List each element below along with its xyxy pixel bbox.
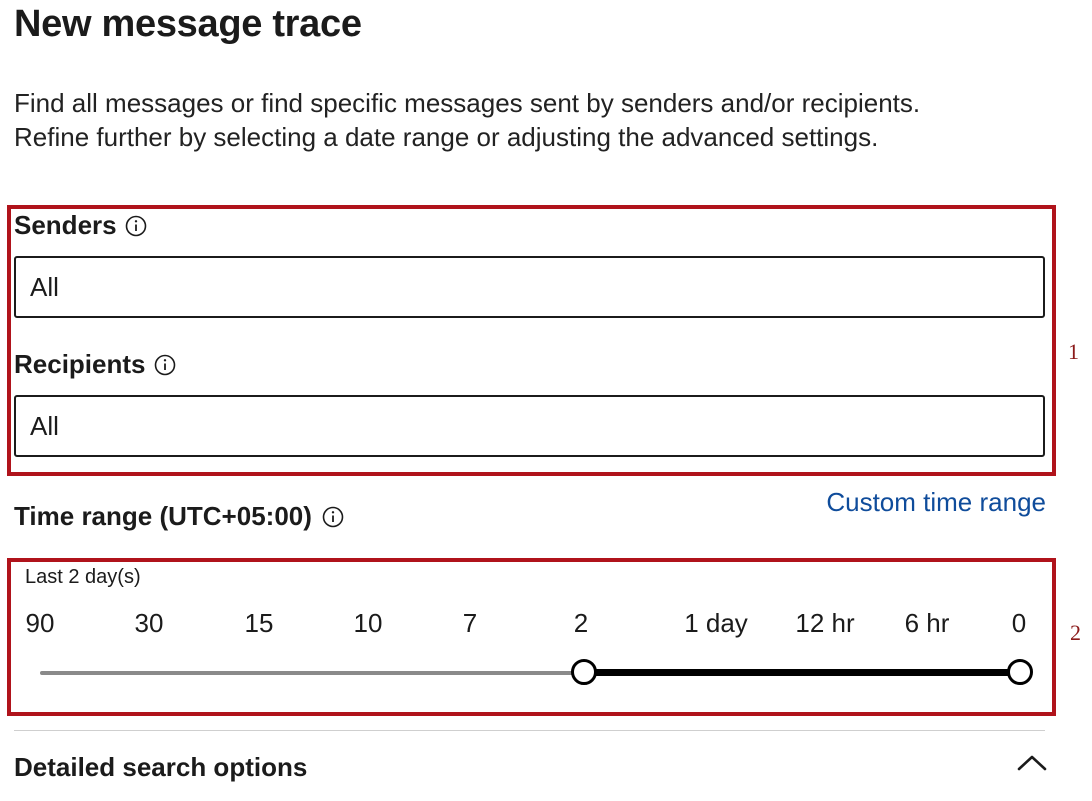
slider-tick-label: 0 [1011, 608, 1027, 638]
callout-box-2 [7, 558, 1056, 716]
callout-label-2: 2 [1070, 620, 1081, 645]
divider [14, 730, 1045, 731]
chevron-up-icon[interactable] [1016, 752, 1048, 774]
time-range-slider-fill [584, 669, 1020, 676]
slider-tick-label: 90 [25, 608, 55, 638]
time-range-label-text: Time range (UTC+05:00) [14, 501, 312, 531]
senders-input[interactable]: All [14, 256, 1045, 318]
senders-label-text: Senders [14, 210, 117, 240]
slider-start-thumb[interactable] [571, 659, 597, 685]
detailed-search-options-header[interactable]: Detailed search options [14, 752, 307, 783]
info-icon[interactable] [125, 215, 147, 237]
info-icon[interactable] [322, 506, 344, 528]
time-range-label: Time range (UTC+05:00) [14, 501, 344, 532]
page-description: Find all messages or find specific messa… [14, 86, 920, 154]
slider-tick-label: 2 [573, 608, 589, 638]
custom-time-range-link[interactable]: Custom time range [826, 487, 1046, 518]
description-line-1: Find all messages or find specific messa… [14, 88, 921, 118]
recipients-label: Recipients [14, 349, 176, 380]
senders-label: Senders [14, 210, 147, 241]
slider-selected-value: Last 2 day(s) [25, 566, 141, 588]
page-title: New message trace [14, 3, 362, 45]
slider-tick-label: 30 [134, 608, 164, 638]
slider-tick-label: 1 day [684, 608, 748, 638]
callout-label-1: 1 [1068, 339, 1079, 364]
slider-end-thumb[interactable] [1007, 659, 1033, 685]
slider-tick-label: 12 hr [795, 608, 855, 638]
info-icon[interactable] [154, 354, 176, 376]
slider-tick-label: 10 [353, 608, 383, 638]
recipients-label-text: Recipients [14, 349, 146, 379]
recipients-input[interactable]: All [14, 395, 1045, 457]
slider-tick-label: 6 hr [904, 608, 950, 638]
slider-tick-label: 15 [244, 608, 274, 638]
slider-tick-label: 7 [462, 608, 478, 638]
description-line-2: Refine further by selecting a date range… [14, 122, 879, 152]
